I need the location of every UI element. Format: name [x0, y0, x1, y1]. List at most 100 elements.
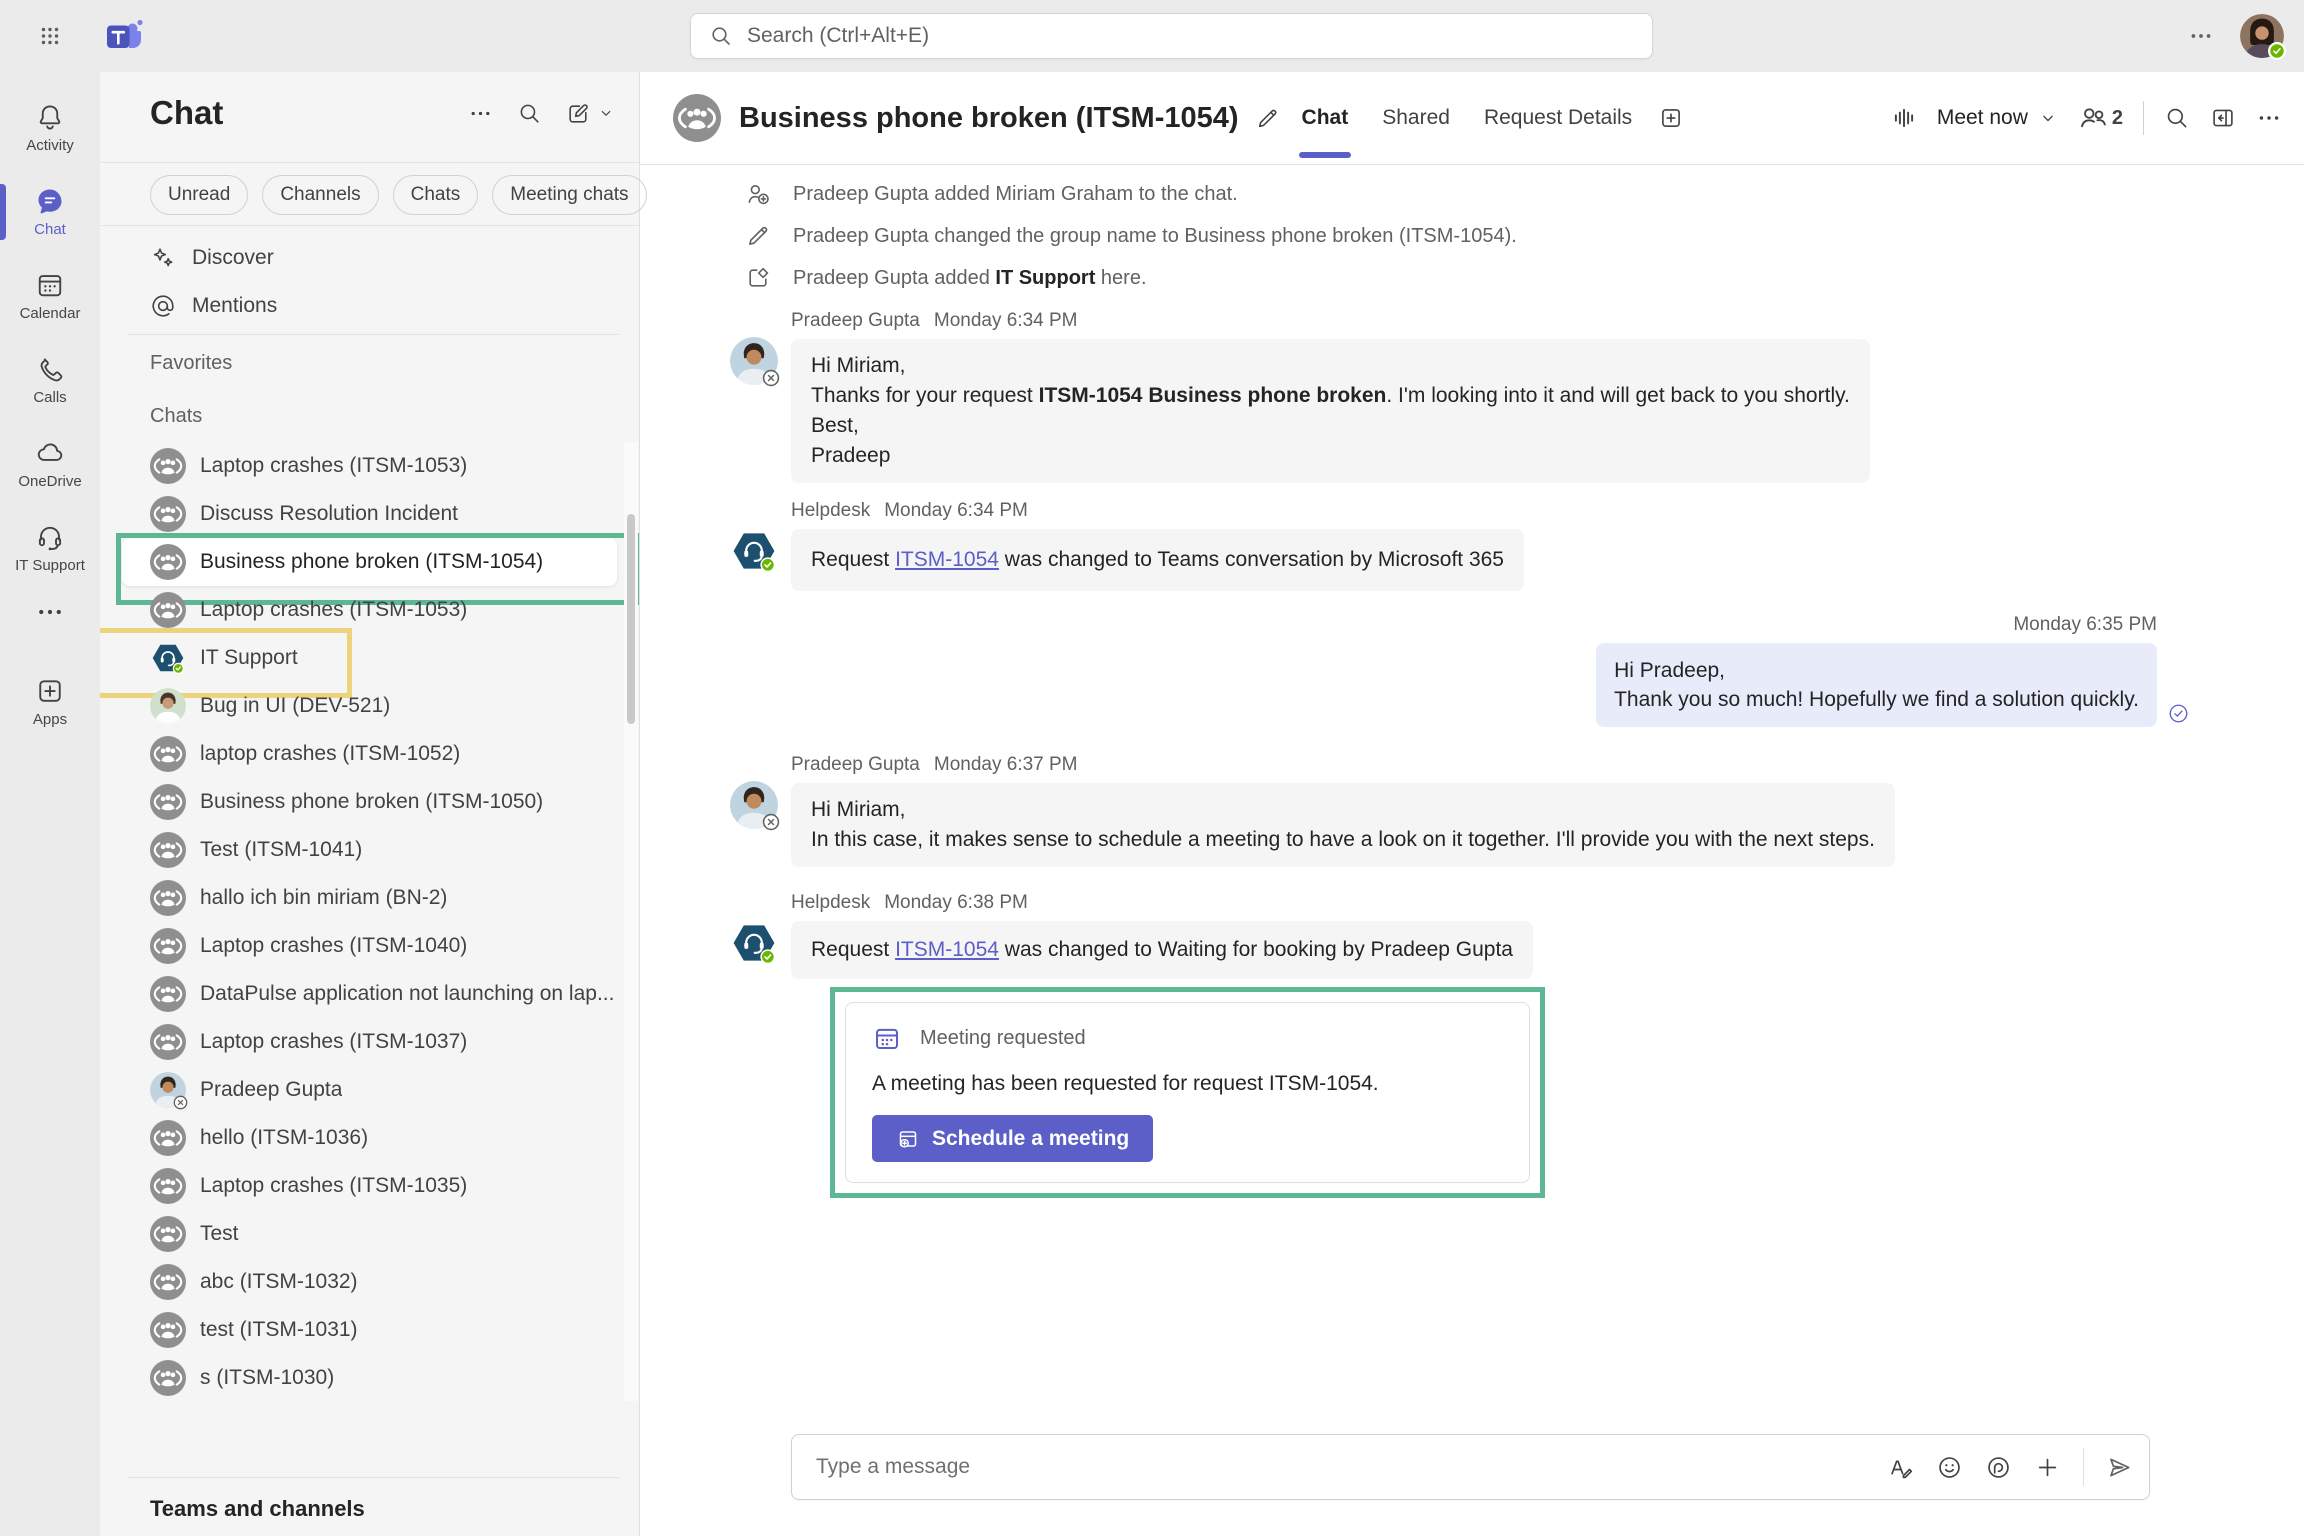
chat-list-item[interactable]: Laptop crashes (ITSM-1037)	[122, 1018, 617, 1066]
rail-item-apps[interactable]: Apps	[0, 660, 100, 744]
divider	[2083, 1448, 2084, 1486]
chat-avatar	[150, 1216, 186, 1252]
chat-item-label: Laptop crashes (ITSM-1053)	[200, 598, 467, 622]
chat-list-item[interactable]: Business phone broken (ITSM-1054)	[122, 538, 617, 586]
sidebar-search-icon[interactable]	[517, 101, 542, 126]
open-pane-icon[interactable]	[2210, 105, 2236, 131]
chat-search-icon[interactable]	[2164, 105, 2190, 131]
request-link[interactable]: ITSM-1054	[895, 938, 999, 961]
divider	[100, 162, 639, 163]
message-time: Monday 6:34 PM	[934, 310, 1078, 332]
message-author: Helpdesk	[791, 892, 870, 914]
chat-list-item[interactable]: Laptop crashes (ITSM-1040)	[122, 922, 617, 970]
chat-list-item[interactable]: IT Support	[122, 634, 617, 682]
chat-avatar	[150, 880, 186, 916]
loop-icon[interactable]	[1985, 1454, 2012, 1481]
calendar-add-icon	[896, 1127, 920, 1151]
rename-chat-icon[interactable]	[1255, 106, 1280, 131]
tab-shared[interactable]: Shared	[1382, 72, 1450, 165]
rail-item-onedrive[interactable]: OneDrive	[0, 422, 100, 506]
chat-item-label: Laptop crashes (ITSM-1035)	[200, 1174, 467, 1198]
chat-tabs: Chat Shared Request Details	[1302, 72, 1633, 165]
chat-list-item[interactable]: Bug in UI (DEV-521)	[122, 682, 617, 730]
seen-check-icon	[2167, 702, 2190, 725]
chat-item-label: Laptop crashes (ITSM-1053)	[200, 454, 467, 478]
chat-list-item[interactable]: Test (ITSM-1041)	[122, 826, 617, 874]
tab-chat[interactable]: Chat	[1302, 72, 1349, 165]
section-favorites[interactable]: Favorites	[150, 352, 232, 375]
rail-more-icon[interactable]	[0, 590, 100, 634]
meeting-card-highlight: Meeting requested A meeting has been req…	[830, 987, 1545, 1198]
chat-list-item[interactable]: abc (ITSM-1032)	[122, 1258, 617, 1306]
sidebar-item-discover[interactable]: Discover	[128, 234, 619, 282]
add-tab-icon[interactable]	[1658, 105, 1684, 131]
chat-list-item[interactable]: Discuss Resolution Incident	[122, 490, 617, 538]
participant-count: 2	[2112, 107, 2123, 130]
meet-now-button[interactable]: Meet now	[1937, 106, 2058, 130]
chat-list-item[interactable]: Laptop crashes (ITSM-1053)	[122, 442, 617, 490]
chat-list-item[interactable]: Laptop crashes (ITSM-1053)	[122, 586, 617, 634]
new-chat-button[interactable]	[566, 101, 615, 126]
request-link[interactable]: ITSM-1054	[895, 548, 999, 571]
rail-item-it-support[interactable]: IT Support	[0, 506, 100, 590]
message-bubble: Hi Miriam, Thanks for your request ITSM-…	[791, 339, 1870, 483]
chat-list-item[interactable]: laptop crashes (ITSM-1052)	[122, 730, 617, 778]
chat-list-item[interactable]: test (ITSM-1031)	[122, 1306, 617, 1354]
rail-item-calendar[interactable]: Calendar	[0, 254, 100, 338]
filter-unread[interactable]: Unread	[150, 175, 248, 215]
chat-item-label: Discuss Resolution Incident	[200, 502, 458, 526]
chat-list: Laptop crashes (ITSM-1053) Discuss Resol…	[100, 442, 639, 1401]
chat-list-item[interactable]: hello (ITSM-1036)	[122, 1114, 617, 1162]
chat-item-label: Laptop crashes (ITSM-1040)	[200, 934, 467, 958]
message-group: HelpdeskMonday 6:34 PM Request ITSM-1054…	[730, 499, 2157, 591]
rail-item-activity[interactable]: Activity	[0, 86, 100, 170]
phone-icon	[35, 354, 65, 384]
attach-plus-icon[interactable]	[2034, 1454, 2061, 1481]
chat-list-item[interactable]: hallo ich bin miriam (BN-2)	[122, 874, 617, 922]
app-launcher-icon[interactable]	[32, 18, 68, 54]
format-icon[interactable]	[1887, 1454, 1914, 1481]
chat-list-item[interactable]: Laptop crashes (ITSM-1035)	[122, 1162, 617, 1210]
chat-list-item[interactable]: Business phone broken (ITSM-1050)	[122, 778, 617, 826]
sidebar-more-icon[interactable]	[468, 101, 493, 126]
chat-avatar	[150, 1168, 186, 1204]
message-input[interactable]	[816, 1455, 1887, 1479]
chat-list-item[interactable]: Test	[122, 1210, 617, 1258]
chat-avatar	[150, 1024, 186, 1060]
filter-chats[interactable]: Chats	[393, 175, 479, 215]
filter-meeting-chats[interactable]: Meeting chats	[492, 175, 646, 215]
teams-and-channels-link[interactable]: Teams and channels	[150, 1496, 365, 1522]
sidebar-item-mentions[interactable]: Mentions	[128, 282, 619, 330]
chat-avatar	[150, 1264, 186, 1300]
cloud-icon	[35, 438, 65, 468]
schedule-meeting-button[interactable]: Schedule a meeting	[872, 1115, 1153, 1162]
emoji-icon[interactable]	[1936, 1454, 1963, 1481]
message-time: Monday 6:37 PM	[934, 754, 1078, 776]
chat-avatar	[150, 448, 186, 484]
chat-avatar	[150, 688, 186, 724]
chat-more-icon[interactable]	[2256, 105, 2282, 131]
chat-list-item[interactable]: DataPulse application not launching on l…	[122, 970, 617, 1018]
composer	[791, 1434, 2150, 1500]
rail-item-calls[interactable]: Calls	[0, 338, 100, 422]
divider	[100, 225, 639, 226]
participants-button[interactable]: 2	[2078, 103, 2123, 133]
meet-now-waveform-icon	[1891, 105, 1917, 131]
helpdesk-bot-avatar	[730, 527, 778, 575]
tab-request-details[interactable]: Request Details	[1484, 72, 1632, 165]
sidebar-scrollbar[interactable]	[624, 442, 638, 1401]
app-added-icon	[745, 265, 771, 291]
send-icon[interactable]	[2106, 1454, 2133, 1481]
topbar-more-icon[interactable]	[2188, 23, 2214, 49]
user-avatar[interactable]	[2240, 14, 2284, 58]
sparkle-icon	[150, 245, 176, 271]
filter-channels[interactable]: Channels	[262, 175, 378, 215]
chat-list-item[interactable]: s (ITSM-1030)	[122, 1354, 617, 1401]
search-icon	[709, 24, 733, 48]
search-input[interactable]	[747, 24, 1634, 48]
chat-item-label: Pradeep Gupta	[200, 1078, 342, 1102]
chat-list-item[interactable]: Pradeep Gupta	[122, 1066, 617, 1114]
rail-item-chat[interactable]: Chat	[0, 170, 100, 254]
message-bubble: Hi Miriam, In this case, it makes sense …	[791, 783, 1895, 867]
section-chats[interactable]: Chats	[150, 405, 202, 428]
